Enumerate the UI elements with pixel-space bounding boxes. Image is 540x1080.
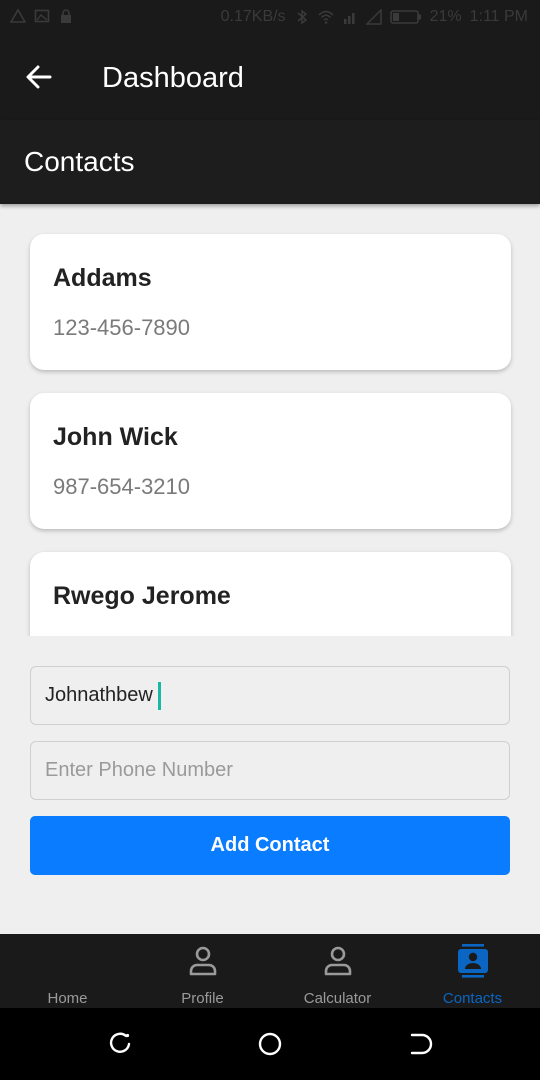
contacts-icon xyxy=(458,944,488,978)
name-input[interactable] xyxy=(30,666,510,725)
bluetooth-icon xyxy=(297,9,307,25)
contact-phone: 123-456-7890 xyxy=(53,315,191,340)
page-title: Dashboard xyxy=(102,62,244,94)
nav-item-contacts[interactable]: Contacts xyxy=(405,934,540,1008)
nav-label: Contacts xyxy=(442,990,503,1007)
text-cursor xyxy=(158,682,161,710)
contact-name: Rwego Jerome xyxy=(53,582,231,610)
person-icon xyxy=(189,946,217,976)
signal-icon xyxy=(343,13,355,24)
status-icons-right: 0.17KB/s 21% 1:11 PM xyxy=(221,8,528,26)
recent-apps-icon[interactable] xyxy=(106,1030,134,1058)
contact-name: Addams xyxy=(53,264,152,292)
add-contact-button[interactable]: Add Contact xyxy=(30,816,510,875)
lock-icon xyxy=(61,9,71,23)
system-nav-bar xyxy=(0,1008,540,1080)
contact-card[interactable]: Addams 123-456-7890 xyxy=(30,234,511,370)
back-arrow-icon[interactable] xyxy=(22,60,56,94)
nav-label: Calculator xyxy=(303,990,372,1007)
section-header: Contacts xyxy=(0,120,540,204)
status-bar: 0.17KB/s 21% 1:11 PM xyxy=(0,0,540,36)
bottom-nav: Home Profile Calculator Contacts xyxy=(0,934,540,1008)
wifi-icon xyxy=(318,10,334,24)
nav-item-home[interactable]: Home xyxy=(0,934,135,1008)
phone-input[interactable] xyxy=(30,741,510,800)
battery-level: 21% xyxy=(429,8,462,25)
warning-icon xyxy=(10,8,26,23)
no-signal-icon xyxy=(365,9,382,25)
contact-phone: 987-654-3210 xyxy=(53,474,191,499)
network-speed: 0.17KB/s xyxy=(220,8,286,25)
contact-list[interactable]: Addams 123-456-7890 John Wick 987-654-32… xyxy=(0,204,540,636)
nav-item-calculator[interactable]: Calculator xyxy=(270,934,405,1008)
home-button-icon[interactable] xyxy=(256,1030,284,1058)
nav-label: Home xyxy=(47,990,88,1007)
back-button-icon[interactable] xyxy=(406,1030,434,1058)
contact-card[interactable]: Rwego Jerome xyxy=(30,552,511,636)
person-icon xyxy=(324,946,352,976)
nav-item-profile[interactable]: Profile xyxy=(135,934,270,1008)
contact-card[interactable]: John Wick 987-654-3210 xyxy=(30,393,511,529)
battery-icon xyxy=(389,10,421,24)
app-bar: Dashboard xyxy=(0,36,540,120)
clock: 1:11 PM xyxy=(469,8,528,25)
section-title: Contacts xyxy=(24,146,135,177)
image-icon xyxy=(34,9,50,23)
contact-name: John Wick xyxy=(53,423,178,451)
nav-label: Profile xyxy=(181,990,224,1007)
status-icons-left xyxy=(10,8,74,24)
